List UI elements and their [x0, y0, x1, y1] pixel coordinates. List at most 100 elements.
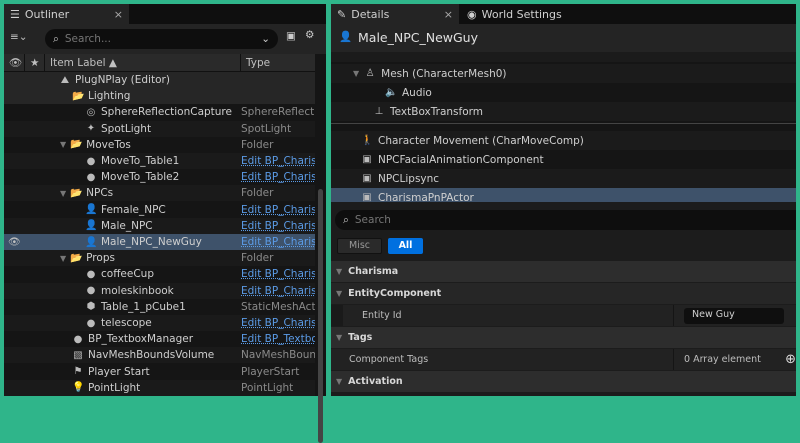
actor-icon: ● [86, 268, 96, 280]
outliner-row[interactable]: 📂 Lighting [4, 88, 315, 105]
scrollbar-thumb[interactable] [318, 189, 323, 443]
component-item[interactable]: ⊥ TextBoxTransform [331, 102, 796, 121]
outliner-row[interactable]: ⛰ PlugNPlay (Editor) [4, 72, 315, 88]
outliner-row[interactable]: ▼ 📂 NPCs Folder [4, 185, 315, 202]
property-entity-id: Entity Id New Guy [331, 305, 796, 326]
row-label-wrap: 💡 PointLight [72, 382, 140, 394]
property-component-tags: Component Tags 0 Array element ⊕ [331, 349, 796, 370]
add-element-icon[interactable]: ⊕ [785, 352, 796, 367]
row-label: Male_NPC [101, 219, 153, 232]
gear-icon[interactable]: ⚙ [305, 29, 314, 41]
outliner-row[interactable]: ⚑ Player Start PlayerStart [4, 364, 315, 380]
component-item[interactable]: 🚶 Character Movement (CharMoveComp) [331, 131, 796, 150]
add-folder-icon[interactable]: ▣ [286, 30, 296, 42]
outliner-row[interactable]: 💡 PointLight PointLight [4, 379, 315, 396]
outliner-scrollbar[interactable] [315, 54, 326, 443]
outliner-row[interactable]: ▧ NavMeshBoundsVolume NavMeshBoundsVolume [4, 347, 315, 364]
row-type: PlayerStart [241, 365, 300, 378]
component-label: TextBoxTransform [390, 105, 483, 118]
row-type: NavMeshBoundsVolume [241, 349, 315, 362]
outliner-row[interactable]: ● moleskinbook Edit BP_CharismaPnPActor [4, 282, 315, 299]
tab-details[interactable]: ✎ Details × [331, 4, 459, 24]
row-label: MoveTo_Table1 [101, 155, 180, 167]
row-type[interactable]: Edit BP_CharismaPnPActor [241, 236, 315, 248]
row-label-wrap: ● MoveTo_Table2 [85, 171, 180, 183]
chevron-down-icon[interactable]: ⌄ [261, 33, 270, 45]
close-icon[interactable]: × [444, 8, 453, 21]
section-charisma[interactable]: ▼ Charisma [331, 261, 796, 282]
close-icon[interactable]: × [114, 8, 123, 21]
character-icon: 👤 [85, 204, 98, 216]
outliner-row[interactable]: ● telescope Edit BP_CharismaPnPActor [4, 315, 315, 331]
outliner-row[interactable]: ● MoveTo_Table1 Edit BP_CharismaPnPActor [4, 153, 315, 169]
visibility-eye-icon[interactable]: 👁 [8, 237, 21, 248]
caret-down-icon[interactable]: ▼ [353, 69, 359, 78]
component-label: NPCFacialAnimationComponent [378, 153, 544, 166]
filter-icon[interactable]: ≡⌄ [10, 31, 28, 43]
row-type[interactable]: Edit BP_CharismaPnPActor [241, 155, 315, 167]
row-label: NPCs [86, 187, 114, 200]
details-tabbar: ✎ Details × ◉ World Settings [331, 4, 796, 24]
row-type[interactable]: Edit BP_CharismaPnPActor [241, 171, 315, 183]
column-item-label[interactable]: Item Label ▲ [45, 54, 241, 71]
character-icon: 👤 [85, 236, 98, 248]
row-label-wrap: ● coffeeCup [85, 268, 154, 280]
row-label: Table_1_pCube1 [101, 300, 186, 313]
section-activation[interactable]: ▼ Activation [331, 371, 796, 392]
outliner-header: 👁 ★ Item Label ▲ Type [4, 54, 315, 72]
outliner-row[interactable]: 👤Female_NPC Edit BP_CharismaPnPActor [4, 202, 315, 218]
visibility-column-icon[interactable]: 👁 [4, 54, 25, 71]
component-truncated [331, 52, 796, 62]
actor-name[interactable]: Male_NPC_NewGuy [358, 30, 478, 45]
entity-id-input[interactable]: New Guy [684, 307, 784, 324]
outliner-row[interactable]: ◎ SphereReflectionCapture SphereReflection… [4, 104, 315, 120]
row-type[interactable]: Edit BP_CharismaPnPActor [241, 220, 315, 232]
component-item[interactable]: ▣ NPCFacialAnimationComponent [331, 150, 796, 169]
filter-misc[interactable]: Misc [337, 238, 382, 254]
outliner-row[interactable]: 👁 👤Male_NPC_NewGuy Edit BP_CharismaPnPActo… [4, 234, 315, 250]
outliner-row[interactable]: ● BP_TextboxManager Edit BP_TextboxManager [4, 331, 315, 347]
search-input[interactable] [64, 33, 256, 45]
section-entity-component[interactable]: ▼ EntityComponent [331, 283, 796, 304]
outliner-row[interactable]: 👤Male_NPC Edit BP_CharismaPnPActor [4, 217, 315, 234]
row-type[interactable]: Edit BP_CharismaPnPActor [241, 317, 315, 329]
outliner-row[interactable]: ▼ 📂 Props Folder [4, 250, 315, 267]
details-search[interactable]: ⌕ [335, 210, 796, 230]
caret-down-icon: ▼ [336, 333, 343, 342]
skeletal-mesh-icon: ♙ [365, 68, 375, 79]
row-label-wrap: ✦ SpotLight [85, 123, 151, 135]
outliner-search[interactable]: ⌕ ⌄ [45, 29, 278, 49]
component-item[interactable]: ▣ NPCLipsync [331, 169, 796, 188]
tab-world-settings[interactable]: ◉ World Settings [461, 4, 568, 24]
filter-all[interactable]: All [388, 238, 423, 254]
caret-down-icon[interactable]: ▼ [60, 140, 66, 149]
row-label: Props [86, 252, 115, 265]
section-tags[interactable]: ▼ Tags [331, 327, 796, 348]
row-label: moleskinbook [101, 284, 174, 297]
caret-down-icon[interactable]: ▼ [60, 189, 66, 198]
row-type[interactable]: Edit BP_CharismaPnPActor [241, 268, 315, 280]
globe-icon: ◉ [467, 7, 477, 21]
details-search-input[interactable] [354, 214, 788, 226]
column-type[interactable]: Type [241, 54, 315, 71]
component-item[interactable]: ▼ ♙ Mesh (CharacterMesh0) [331, 64, 796, 83]
caret-down-icon[interactable]: ▼ [60, 254, 66, 263]
row-type[interactable]: Edit BP_CharismaPnPActor [241, 204, 315, 216]
pin-column-icon[interactable]: ★ [25, 54, 45, 71]
outliner-row[interactable]: ● coffeeCup Edit BP_CharismaPnPActor [4, 266, 315, 282]
outliner-row[interactable]: ● MoveTo_Table2 Edit BP_CharismaPnPActor [4, 169, 315, 185]
row-label-wrap: ▼ 📂 MoveTos [60, 139, 131, 151]
row-type[interactable]: Edit BP_CharismaPnPActor [241, 285, 315, 297]
tab-outliner[interactable]: ☰ Outliner × [4, 4, 129, 24]
row-label-wrap: ● telescope [85, 317, 152, 329]
row-type[interactable]: Edit BP_TextboxManager [241, 333, 315, 345]
caret-down-icon: ▼ [336, 289, 343, 298]
pointlight-icon: 💡 [72, 382, 85, 394]
component-item[interactable]: 🔈 Audio [331, 83, 796, 102]
outliner-row[interactable]: ▼ 📂 MoveTos Folder [4, 137, 315, 153]
row-label-wrap: ⬢ Table_1_pCube1 [85, 301, 186, 313]
outliner-row[interactable]: ✦ SpotLight SpotLight [4, 120, 315, 137]
row-label-wrap: 👤 Male_NPC [85, 220, 153, 232]
outliner-tree: ⛰ PlugNPlay (Editor) 📂 Lighting ◎ SphereRefle… [4, 72, 315, 396]
outliner-row[interactable]: ⬢ Table_1_pCube1 StaticMeshActor [4, 299, 315, 315]
